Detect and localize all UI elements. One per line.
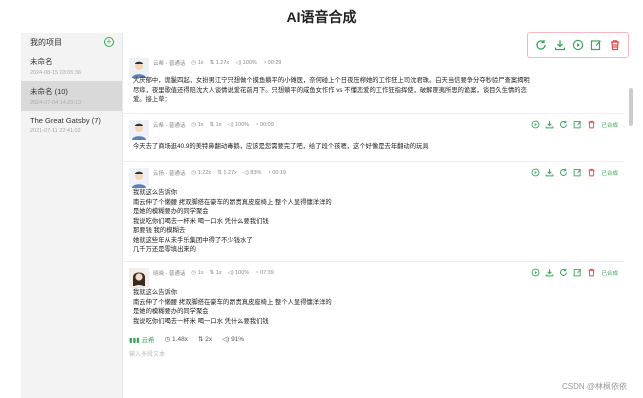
volume-value: ◁) 100% xyxy=(227,270,250,276)
voice-name: 晓晓 - 普通话 xyxy=(153,271,186,277)
download-icon[interactable] xyxy=(545,268,554,277)
pitch-value: ⇅ 1.27x xyxy=(217,170,237,176)
edit-icon[interactable] xyxy=(573,120,582,129)
play-icon[interactable] xyxy=(531,168,540,177)
sentence-text[interactable]: 大庆郁中，诡鬣四起，女扮男江宁只想做个摸鱼躺平的小傩医，奈何碰上个日夜压榨她的工… xyxy=(133,76,614,105)
voice-name: 云扬 - 普通话 xyxy=(153,171,186,177)
delete-icon[interactable] xyxy=(587,120,596,129)
waveform-icon: ▮▮▮ xyxy=(129,337,140,344)
status-badge: 已合成 xyxy=(601,270,618,277)
speed-value: ◷ 1x xyxy=(191,270,204,276)
duration-value: ◔ 00:09 xyxy=(255,122,274,128)
duration-value: ◔ 00:29 xyxy=(262,60,282,66)
sidebar-header: 我的项目 + xyxy=(21,33,122,51)
avatar xyxy=(129,168,149,188)
pitch-icon: ⇅ xyxy=(197,336,204,343)
project-item[interactable]: The Great Gatsby (7) 2021-07-11 22:41:02 xyxy=(21,111,122,141)
play-icon[interactable] xyxy=(531,120,540,129)
delete-icon[interactable] xyxy=(587,168,596,177)
project-item[interactable]: 未命名 (10) 2024-07-04 14:20:13 xyxy=(21,81,122,111)
refresh-icon[interactable] xyxy=(559,268,568,277)
speed-value: ◷ 1.22x xyxy=(191,170,212,176)
add-project-icon[interactable]: + xyxy=(104,37,114,47)
download-icon[interactable] xyxy=(545,168,554,177)
play-icon[interactable] xyxy=(531,268,540,277)
project-name: 未命名 xyxy=(30,57,53,66)
speed-value: ◷ 1x xyxy=(191,60,204,66)
refresh-icon[interactable] xyxy=(535,39,547,51)
sentence-card[interactable]: 云扬 - 普通话 ◷ 1.22x ⇅ 1.27x ◁) 83% ◔ 00:19 … xyxy=(123,164,624,262)
app-title: AI语音合成 xyxy=(286,9,357,25)
pitch-setting[interactable]: ⇅ 2x xyxy=(198,335,212,343)
voice-meta: 云扬 - 普通话 ◷ 1.22x ⇅ 1.27x ◁) 83% ◔ 00:19 xyxy=(153,169,286,177)
speed-setting[interactable]: ◷ 1.48x xyxy=(165,335,188,343)
sentence-text[interactable]: 今天去了商场逛40.9的美特鼻翻动毒鹅，应该是您需要完了吧，给了段个孩嗯，这个好… xyxy=(133,142,614,152)
sidebar: 我的项目 + 未命名 2024-08-15 03:05:36 未命名 (10) … xyxy=(21,33,123,398)
volume-value: ◁) 100% xyxy=(235,60,257,66)
duration-value: ◔ 00:19 xyxy=(267,170,287,176)
project-date: 2021-07-11 22:41:02 xyxy=(30,128,81,134)
card-actions: 已合成 xyxy=(531,268,618,277)
card-actions: 已合成 xyxy=(531,168,618,177)
refresh-icon[interactable] xyxy=(559,120,568,129)
download-icon[interactable] xyxy=(554,39,566,51)
voice-name: 云希 - 普通话 xyxy=(153,123,186,129)
pitch-value: ⇅ 1.27x xyxy=(209,60,230,66)
voice-meta: 云希 - 普通话 ◷ 1x ⇅ 1x ◁) 100% ◔ 00:09 xyxy=(153,121,274,129)
avatar xyxy=(129,120,149,140)
top-toolbar xyxy=(123,30,635,58)
card-actions: 已合成 xyxy=(531,120,618,129)
status-badge: 已合成 xyxy=(601,170,618,177)
download-icon[interactable] xyxy=(545,120,554,129)
scrollbar[interactable] xyxy=(629,56,634,342)
text-input[interactable]: 输入多段文本 xyxy=(129,349,165,358)
project-name: The Great Gatsby (7) xyxy=(30,116,101,125)
edit-icon[interactable] xyxy=(590,39,602,51)
sentence-card[interactable]: 云希 - 普通话 ◷ 1x ⇅ 1x ◁) 100% ◔ 00:09 已合成 今… xyxy=(123,116,624,162)
project-date: 2024-08-15 03:05:36 xyxy=(30,70,82,76)
project-date: 2024-07-04 14:20:13 xyxy=(30,100,82,106)
delete-icon[interactable] xyxy=(587,268,596,277)
voice-name: 云希 - 普通话 xyxy=(153,61,186,67)
pitch-value: ⇅ 1x xyxy=(209,270,222,276)
voice-selector[interactable]: ▮▮▮ 云希 xyxy=(129,334,155,344)
play-icon[interactable] xyxy=(572,39,584,51)
edit-icon[interactable] xyxy=(573,268,582,277)
pitch-value: ⇅ 1x xyxy=(209,122,222,128)
sentence-list: 云希 - 普通话 ◷ 1x ⇅ 1.27x ◁) 100% ◔ 00:29 大庆… xyxy=(123,54,635,346)
composer: ▮▮▮ 云希 ◷ 1.48x ⇅ 2x ◁) 91% 输入多段文本 CSDN @… xyxy=(123,330,635,398)
watermark: CSDN @林枫依依 xyxy=(561,382,627,391)
volume-setting[interactable]: ◁) 91% xyxy=(222,335,244,343)
duration-value: ◔ 07:39 xyxy=(255,270,274,276)
project-name: 未命名 (10) xyxy=(30,87,68,96)
sentence-text[interactable]: 我就这么告诉你 南云伸了个懒腰 拷双脚搭在豪车的昂贵真皮座椅上 整个人显得慵洋洋… xyxy=(133,188,614,255)
speed-icon: ◷ xyxy=(164,336,171,343)
refresh-icon[interactable] xyxy=(559,168,568,177)
speed-value: ◷ 1x xyxy=(191,122,204,128)
volume-value: ◁) 100% xyxy=(227,122,250,128)
volume-value: ◁) 83% xyxy=(242,170,262,176)
sentence-text[interactable]: 我就这么告诉你 南云伸了个懒腰 拷双脚搭在豪车的昂贵真皮座椅上 整个人显得慵洋洋… xyxy=(133,288,614,326)
edit-icon[interactable] xyxy=(573,168,582,177)
avatar xyxy=(129,58,149,78)
scrollbar-thumb[interactable] xyxy=(629,88,633,126)
delete-icon[interactable] xyxy=(609,39,621,51)
volume-icon: ◁) xyxy=(222,336,230,343)
sentence-card[interactable]: 云希 - 普通话 ◷ 1x ⇅ 1.27x ◁) 100% ◔ 00:29 大庆… xyxy=(123,54,624,114)
sidebar-title: 我的项目 xyxy=(30,37,62,47)
composer-settings: ▮▮▮ 云希 ◷ 1.48x ⇅ 2x ◁) 91% xyxy=(129,334,244,344)
voice-meta: 晓晓 - 普通话 ◷ 1x ⇅ 1x ◁) 100% ◔ 07:39 xyxy=(153,269,274,277)
avatar xyxy=(129,268,149,288)
status-badge: 已合成 xyxy=(601,122,618,129)
project-item[interactable]: 未命名 2024-08-15 03:05:36 xyxy=(21,51,122,81)
voice-meta: 云希 - 普通话 ◷ 1x ⇅ 1.27x ◁) 100% ◔ 00:29 xyxy=(153,59,281,67)
